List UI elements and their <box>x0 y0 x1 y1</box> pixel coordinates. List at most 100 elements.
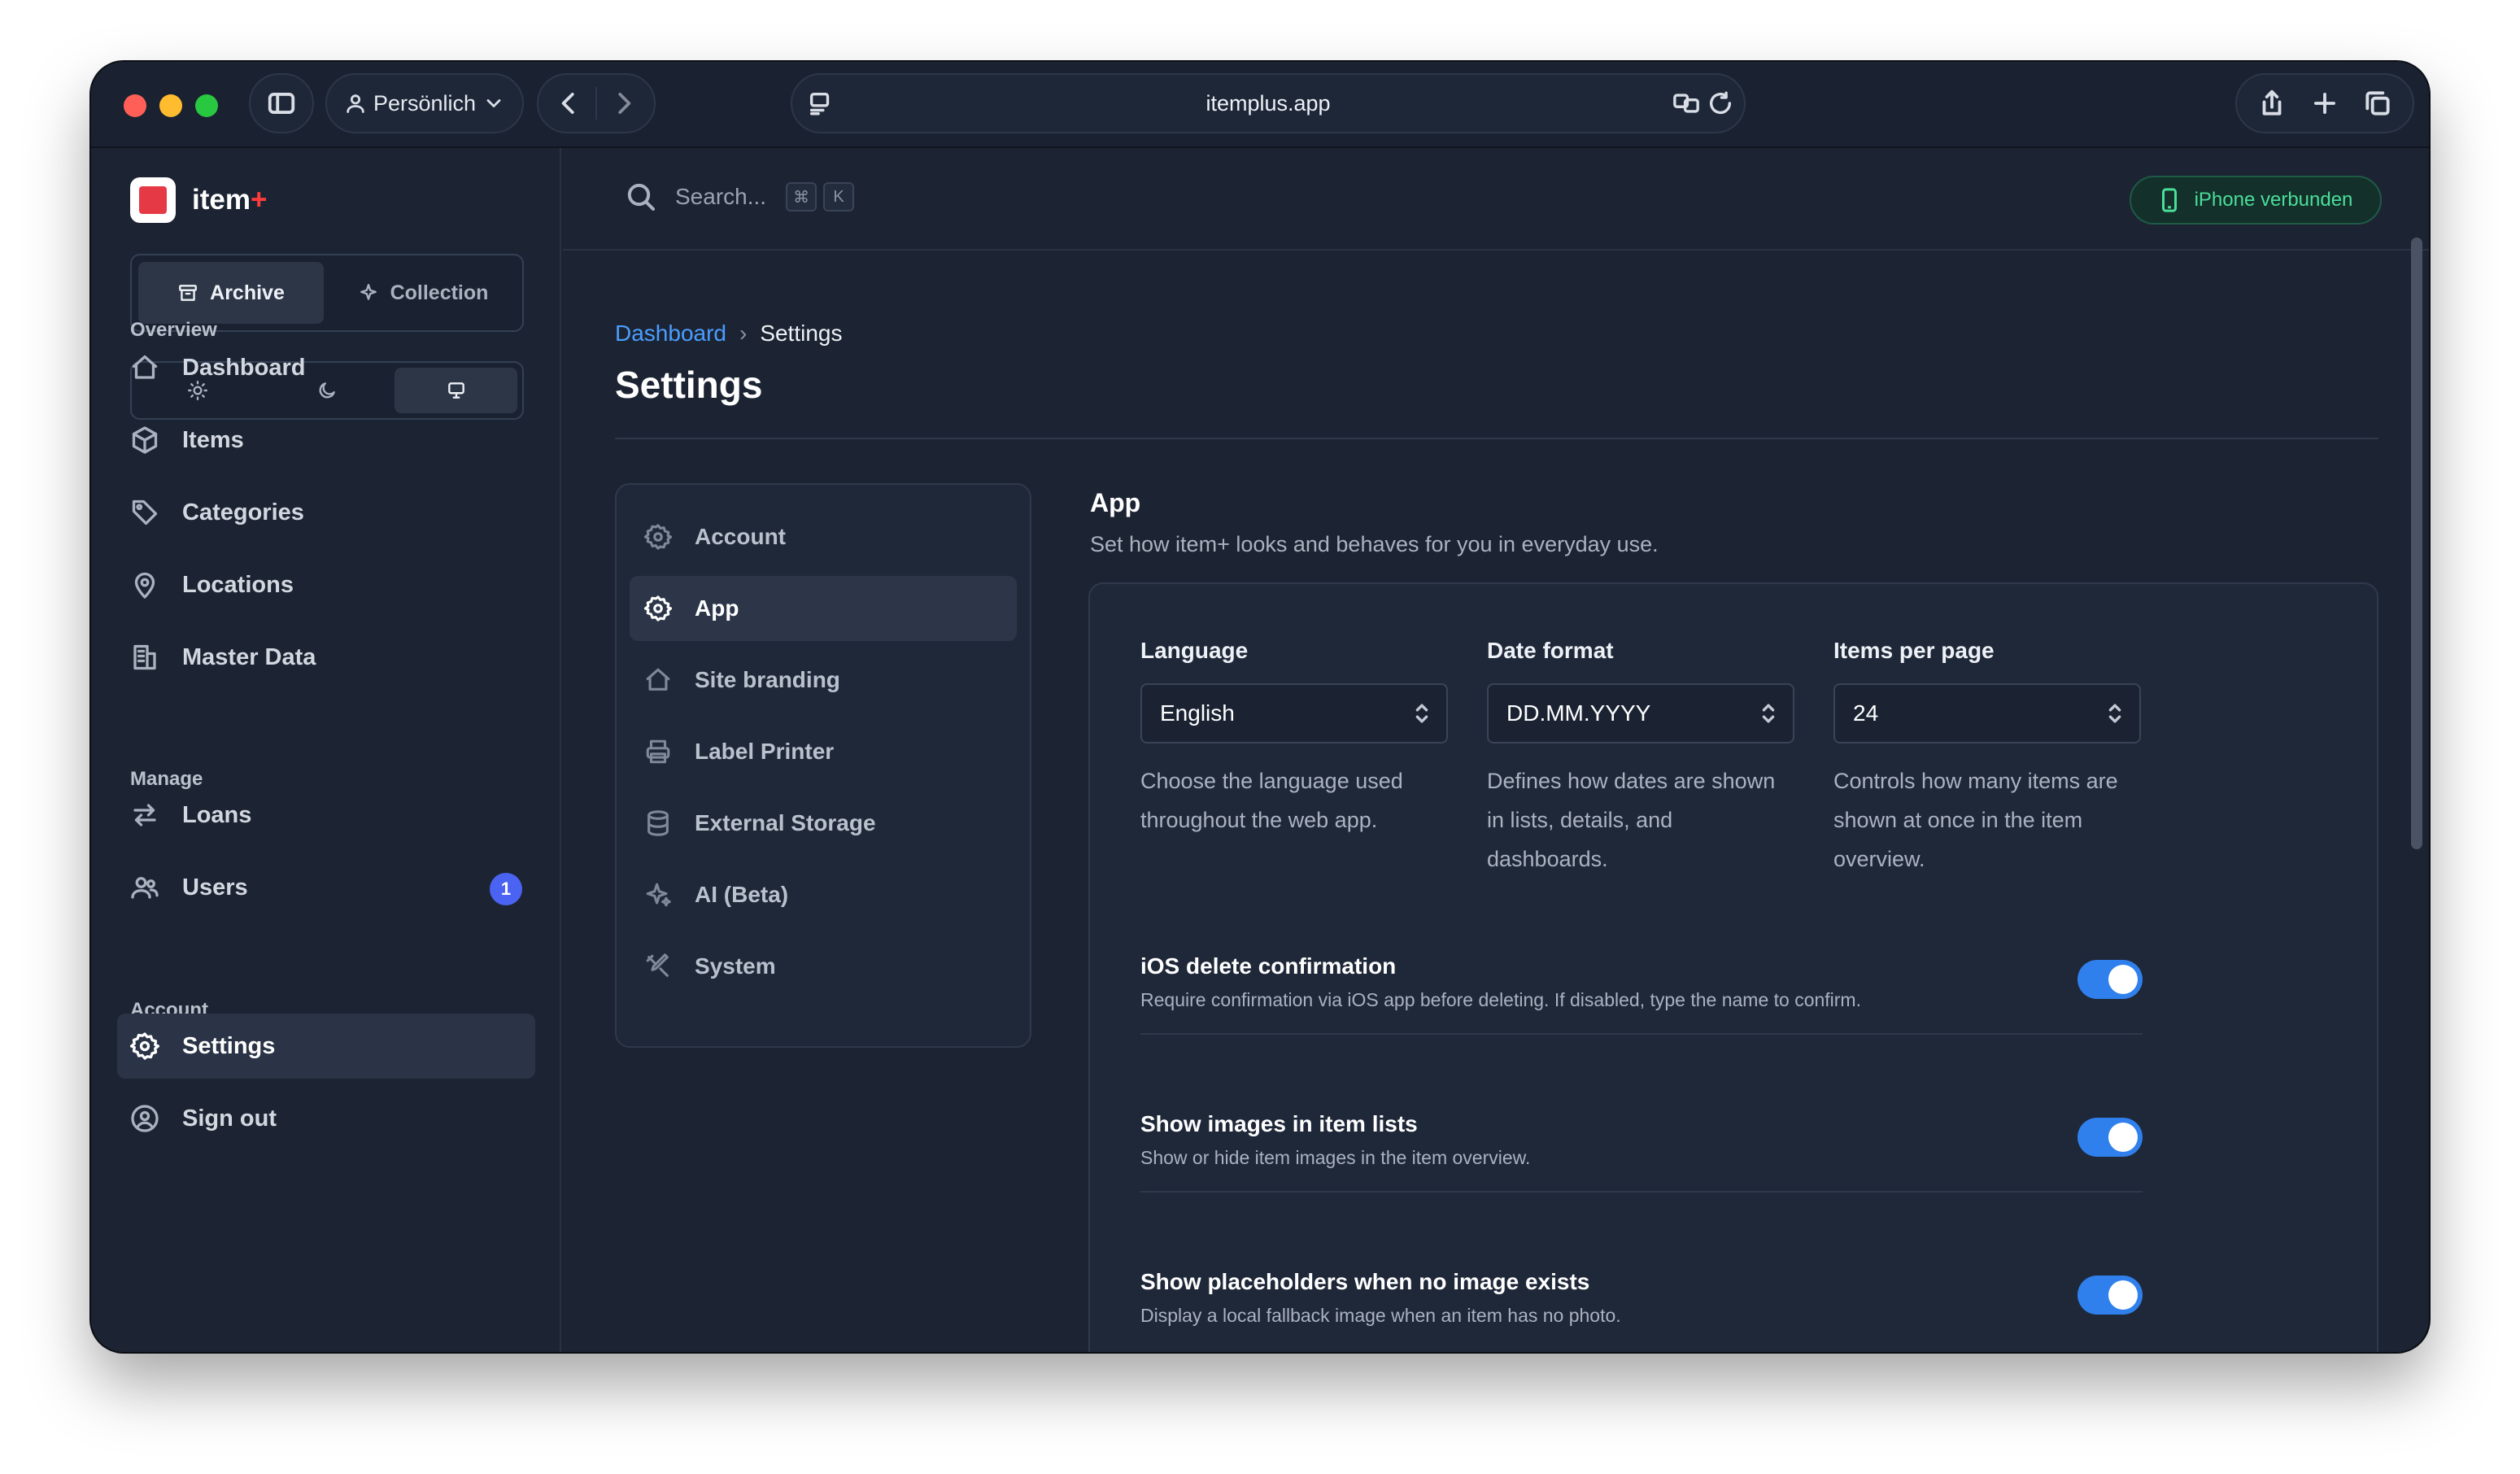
date-format-help: Defines how dates are shown in lists, de… <box>1487 769 1776 871</box>
search-placeholder: Search... <box>675 184 767 209</box>
language-field: Language English Choose the language use… <box>1140 638 1448 839</box>
device-status-label: iPhone verbunden <box>2194 189 2353 211</box>
gear-icon <box>130 1032 159 1060</box>
date-format-select[interactable]: DD.MM.YYYY <box>1487 683 1794 744</box>
reload-icon[interactable] <box>1707 89 1734 123</box>
sidebar-item-label: Users <box>182 874 248 901</box>
settings-nav-label: Label Printer <box>695 739 835 764</box>
settings-nav-system[interactable]: System <box>630 934 1017 999</box>
tag-icon <box>132 499 158 525</box>
browser-titlebar: Persönlich itemplus.app <box>91 62 2429 148</box>
settings-nav-label: Site branding <box>695 667 840 692</box>
url-text: itemplus.app <box>1206 90 1331 116</box>
database-icon <box>647 810 669 836</box>
archive-tab[interactable]: Archive <box>138 262 324 324</box>
language-value: English <box>1160 700 1235 726</box>
chevron-down-icon <box>486 99 501 107</box>
sidebar-item-sign-out[interactable]: Sign out <box>117 1086 535 1151</box>
building-icon <box>133 644 156 670</box>
archive-icon <box>179 285 198 301</box>
browser-actions <box>2235 73 2414 133</box>
items-per-page-select[interactable]: 24 <box>1833 683 2141 744</box>
sidebar-item-label: Dashboard <box>182 354 306 381</box>
sidebar-item-label: Items <box>182 426 244 453</box>
printer-icon <box>646 739 670 764</box>
tabs-overview-icon[interactable] <box>2362 88 2393 119</box>
show-placeholders-toggle[interactable] <box>2077 1276 2143 1315</box>
profile-button[interactable]: Persönlich <box>325 73 524 133</box>
items-per-page-help: Controls how many items are shown at onc… <box>1833 769 2118 871</box>
language-select[interactable]: English <box>1140 683 1448 744</box>
items-per-page-field: Items per page 24 Controls how many item… <box>1833 638 2141 879</box>
share-icon[interactable] <box>2256 88 2287 119</box>
date-format-value: DD.MM.YYYY <box>1506 700 1651 726</box>
shortcut-key: K <box>823 182 855 212</box>
logo-icon <box>130 177 176 223</box>
page-scrollbar[interactable] <box>2411 238 2422 849</box>
sidebar-item-locations[interactable]: Locations <box>117 552 535 617</box>
person-icon <box>347 94 364 113</box>
date-format-field: Date format DD.MM.YYYY Defines how dates… <box>1487 638 1794 879</box>
sidebar-item-label: Categories <box>182 499 304 525</box>
settings-nav-label-printer[interactable]: Label Printer <box>630 719 1017 784</box>
chevron-right-icon: › <box>739 321 748 346</box>
browser-window: Persönlich itemplus.app item+ Archive Co… <box>91 62 2429 1352</box>
settings-nav-app[interactable]: App <box>630 576 1017 641</box>
minimize-window-button[interactable] <box>159 94 182 117</box>
chevron-updown-icon <box>1415 704 1428 723</box>
language-label: Language <box>1140 638 1249 663</box>
ios-delete-confirmation-toggle[interactable] <box>2077 960 2143 999</box>
toggle-description: Show or hide item images in the item ove… <box>1140 1147 1531 1168</box>
settings-nav-label: External Storage <box>695 810 876 835</box>
sidebar-item-items[interactable]: Items <box>117 408 535 473</box>
tools-icon <box>646 953 669 977</box>
search-box[interactable]: Search... ⌘ K <box>625 181 855 213</box>
cube-icon <box>132 426 158 454</box>
toggle-title: Show placeholders when no image exists <box>1140 1269 1590 1294</box>
collection-tab-label: Collection <box>390 281 489 304</box>
chevron-updown-icon <box>2108 704 2121 723</box>
page-settings-icon[interactable] <box>807 89 835 123</box>
archive-tab-label: Archive <box>210 281 285 304</box>
sidebar-item-loans[interactable]: Loans <box>117 783 535 848</box>
zoom-window-button[interactable] <box>195 94 218 117</box>
address-bar[interactable]: itemplus.app <box>791 73 1746 133</box>
sidebar-toggle-button[interactable] <box>249 73 314 133</box>
settings-nav-label: App <box>695 595 739 621</box>
sidebar-item-settings[interactable]: Settings <box>117 1014 535 1079</box>
show-images-toggle[interactable] <box>2077 1118 2143 1157</box>
app-logo[interactable]: item+ <box>130 177 267 223</box>
ios-delete-confirmation-row: iOS delete confirmation Require confirma… <box>1140 953 2143 1035</box>
show-placeholders-row: Show placeholders when no image exists D… <box>1140 1269 2143 1350</box>
settings-nav-ai[interactable]: AI (Beta) <box>630 862 1017 927</box>
collection-tab[interactable]: Collection <box>330 262 516 324</box>
breadcrumb-dashboard-link[interactable]: Dashboard <box>615 321 726 347</box>
settings-nav-account[interactable]: Account <box>630 504 1017 569</box>
toggle-description: Require confirmation via iOS app before … <box>1140 989 1861 1010</box>
history-nav <box>537 73 656 133</box>
sidebar-item-master-data[interactable]: Master Data <box>117 625 535 690</box>
toggle-description: Display a local fallback image when an i… <box>1140 1305 1621 1326</box>
sidebar-item-label: Locations <box>182 571 294 598</box>
back-icon[interactable] <box>553 88 584 119</box>
sidebar-item-users[interactable]: Users 1 <box>117 855 535 920</box>
phone-icon <box>2161 188 2177 212</box>
forward-icon[interactable] <box>608 88 639 119</box>
close-window-button[interactable] <box>124 94 146 117</box>
main-content: Search... ⌘ K iPhone verbunden Dashboard… <box>563 148 2429 1352</box>
settings-nav-site-branding[interactable]: Site branding <box>630 648 1017 713</box>
sidebar-item-categories[interactable]: Categories <box>117 480 535 545</box>
device-status-badge[interactable]: iPhone verbunden <box>2130 176 2382 225</box>
new-tab-icon[interactable] <box>2309 88 2340 119</box>
sparkles-icon <box>360 284 377 300</box>
settings-nav-external-storage[interactable]: External Storage <box>630 791 1017 856</box>
translate-icon[interactable] <box>1672 89 1700 123</box>
sidebar-item-label: Loans <box>182 801 252 828</box>
arrows-icon <box>133 804 156 826</box>
sidebar-item-label: Sign out <box>182 1105 277 1132</box>
sidebar-item-dashboard[interactable]: Dashboard <box>117 335 535 400</box>
toggle-title: iOS delete confirmation <box>1140 953 1397 979</box>
profile-label: Persönlich <box>373 90 477 116</box>
sidebar-icon <box>268 93 295 114</box>
app-settings-card: Language English Choose the language use… <box>1088 582 2378 1352</box>
